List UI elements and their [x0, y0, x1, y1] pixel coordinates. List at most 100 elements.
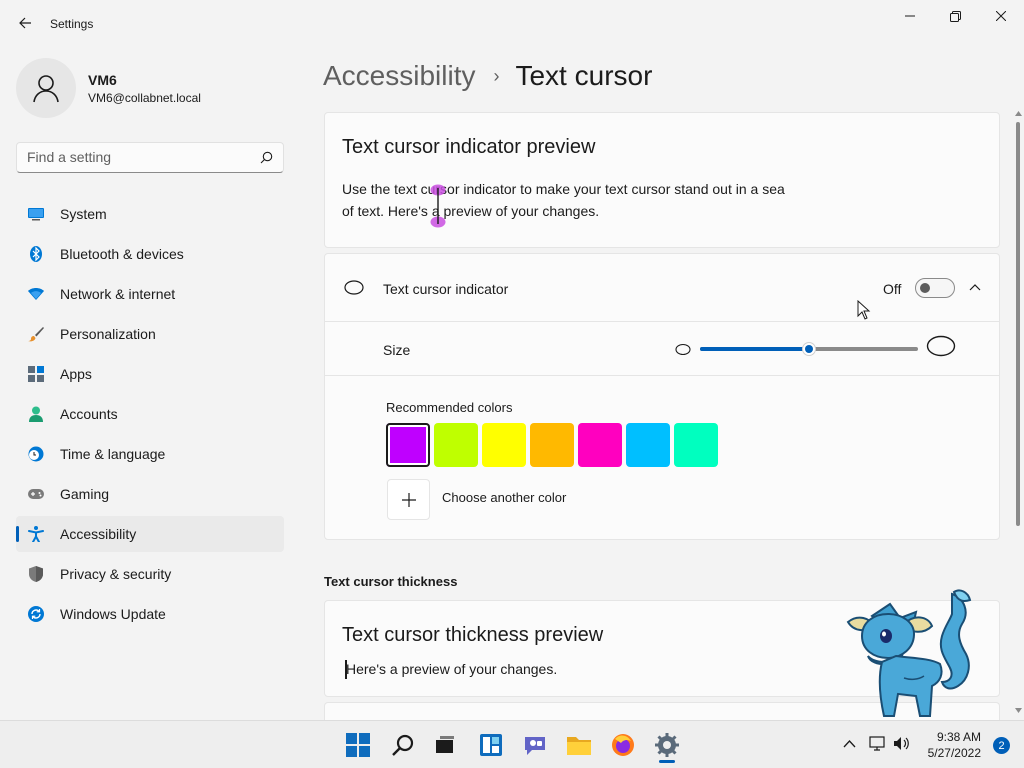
cursor-indicator-icon — [344, 280, 364, 295]
scroll-thumb[interactable] — [1016, 122, 1020, 526]
volume-icon[interactable] — [893, 735, 911, 752]
brush-icon — [28, 327, 44, 342]
user-email: VM6@collabnet.local — [88, 91, 201, 105]
close-button[interactable] — [978, 0, 1024, 32]
sidebar-item-label: Gaming — [60, 486, 110, 502]
accessibility-icon — [28, 526, 44, 542]
sidebar-item-label: Personalization — [60, 326, 156, 342]
toggle-knob — [920, 283, 930, 293]
preview-title: Text cursor indicator preview — [342, 136, 596, 158]
sidebar-item-personalization[interactable]: Personalization — [16, 316, 284, 352]
network-icon[interactable] — [869, 735, 887, 752]
update-icon — [28, 606, 44, 622]
sidebar-item-windows-update[interactable]: Windows Update — [16, 596, 284, 632]
small-size-icon — [675, 343, 691, 356]
indicator-preview-card: Text cursor indicator preview Use the te… — [324, 112, 1000, 248]
page-title: Text cursor — [515, 60, 653, 91]
sidebar-item-label: Time & language — [60, 446, 166, 462]
color-swatch[interactable] — [626, 423, 670, 467]
file-explorer-button[interactable] — [565, 731, 593, 759]
large-size-icon — [926, 335, 956, 357]
sidebar-item-label: Bluetooth & devices — [60, 246, 184, 262]
color-swatch[interactable] — [530, 423, 574, 467]
restore-icon — [949, 10, 961, 22]
indicator-label: Text cursor indicator — [383, 281, 509, 297]
thickness-section-header: Text cursor thickness — [324, 574, 458, 589]
sidebar-item-label: System — [60, 206, 107, 222]
thickness-preview-title: Text cursor thickness preview — [342, 624, 604, 646]
search-taskbar-button[interactable] — [389, 731, 417, 759]
widgets-button[interactable] — [477, 731, 505, 759]
search-box[interactable] — [16, 142, 284, 173]
bluetooth-icon — [30, 246, 42, 262]
sidebar-item-system[interactable]: System — [16, 196, 284, 232]
scroll-down-icon[interactable] — [1015, 708, 1022, 714]
sidebar-item-privacy[interactable]: Privacy & security — [16, 556, 284, 592]
chevron-up-icon[interactable] — [969, 283, 981, 291]
sidebar-item-network[interactable]: Network & internet — [16, 276, 284, 312]
firefox-button[interactable] — [609, 731, 637, 759]
choose-color-label[interactable]: Choose another color — [442, 490, 566, 505]
system-clock[interactable]: 9:38 AM 5/27/2022 — [928, 729, 981, 761]
sidebar-item-accessibility[interactable]: Accessibility — [16, 516, 284, 552]
app-title: Settings — [50, 17, 94, 31]
person-icon — [29, 406, 43, 422]
task-view-button[interactable] — [431, 731, 459, 759]
chevron-right-icon: › — [493, 65, 500, 86]
minimize-button[interactable] — [887, 0, 933, 32]
sidebar-item-label: Windows Update — [60, 606, 166, 622]
task-view-icon — [436, 736, 454, 753]
color-swatch[interactable] — [386, 423, 430, 467]
back-button[interactable] — [12, 10, 38, 36]
plus-icon — [401, 492, 416, 507]
search-icon — [260, 151, 273, 164]
add-color-button[interactable] — [387, 479, 430, 520]
color-swatch[interactable] — [434, 423, 478, 467]
size-label: Size — [383, 342, 411, 358]
mascot-sticker-image — [846, 589, 972, 717]
windows-logo-icon — [346, 733, 370, 757]
size-slider-thumb[interactable] — [802, 342, 816, 356]
shield-icon — [29, 566, 43, 582]
restore-button[interactable] — [932, 0, 978, 32]
main-scrollbar[interactable] — [1013, 110, 1023, 720]
notification-badge[interactable]: 2 — [993, 737, 1010, 754]
breadcrumb: Accessibility › Text cursor — [323, 58, 652, 94]
chevron-up-icon[interactable] — [843, 739, 856, 748]
sidebar-item-label: Privacy & security — [60, 566, 172, 582]
sidebar-item-accounts[interactable]: Accounts — [16, 396, 284, 432]
start-button[interactable] — [344, 731, 372, 759]
sidebar-item-apps[interactable]: Apps — [16, 356, 284, 392]
indicator-toggle[interactable] — [915, 278, 955, 298]
apps-icon — [28, 366, 44, 382]
gear-icon — [655, 733, 679, 757]
minimize-icon — [905, 15, 915, 17]
sidebar-item-gaming[interactable]: Gaming — [16, 476, 284, 512]
user-profile[interactable]: VM6 VM6@collabnet.local — [16, 58, 276, 118]
chat-button[interactable] — [521, 731, 549, 759]
color-swatch[interactable] — [578, 423, 622, 467]
search-input[interactable] — [27, 149, 247, 165]
settings-taskbar-button[interactable] — [653, 731, 681, 763]
sidebar-item-label: Accounts — [60, 406, 118, 422]
scroll-up-icon[interactable] — [1015, 110, 1022, 116]
wifi-icon — [28, 288, 44, 300]
thickness-preview-text: Here's a preview of your changes. — [346, 661, 558, 677]
breadcrumb-parent[interactable]: Accessibility — [323, 60, 475, 92]
gamepad-icon — [28, 489, 44, 499]
preview-text-line2: of text. Here's a preview of your change… — [342, 203, 600, 219]
taskbar: 9:38 AM 5/27/2022 2 — [0, 720, 1024, 768]
indicator-state-label: Off — [883, 281, 902, 297]
sidebar-item-bluetooth[interactable]: Bluetooth & devices — [16, 236, 284, 272]
size-slider-fill — [700, 347, 809, 351]
sidebar-nav: System Bluetooth & devices Network & int… — [16, 196, 284, 636]
clock-time: 9:38 AM — [936, 730, 981, 744]
active-app-indicator — [659, 760, 675, 763]
color-swatch[interactable] — [674, 423, 718, 467]
indicator-setting-row[interactable]: Text cursor indicator Off — [324, 253, 1000, 322]
sidebar-item-time-language[interactable]: Time & language — [16, 436, 284, 472]
color-swatch[interactable] — [482, 423, 526, 467]
chat-icon — [525, 737, 545, 755]
system-icon — [28, 208, 44, 221]
widgets-icon — [480, 734, 502, 756]
